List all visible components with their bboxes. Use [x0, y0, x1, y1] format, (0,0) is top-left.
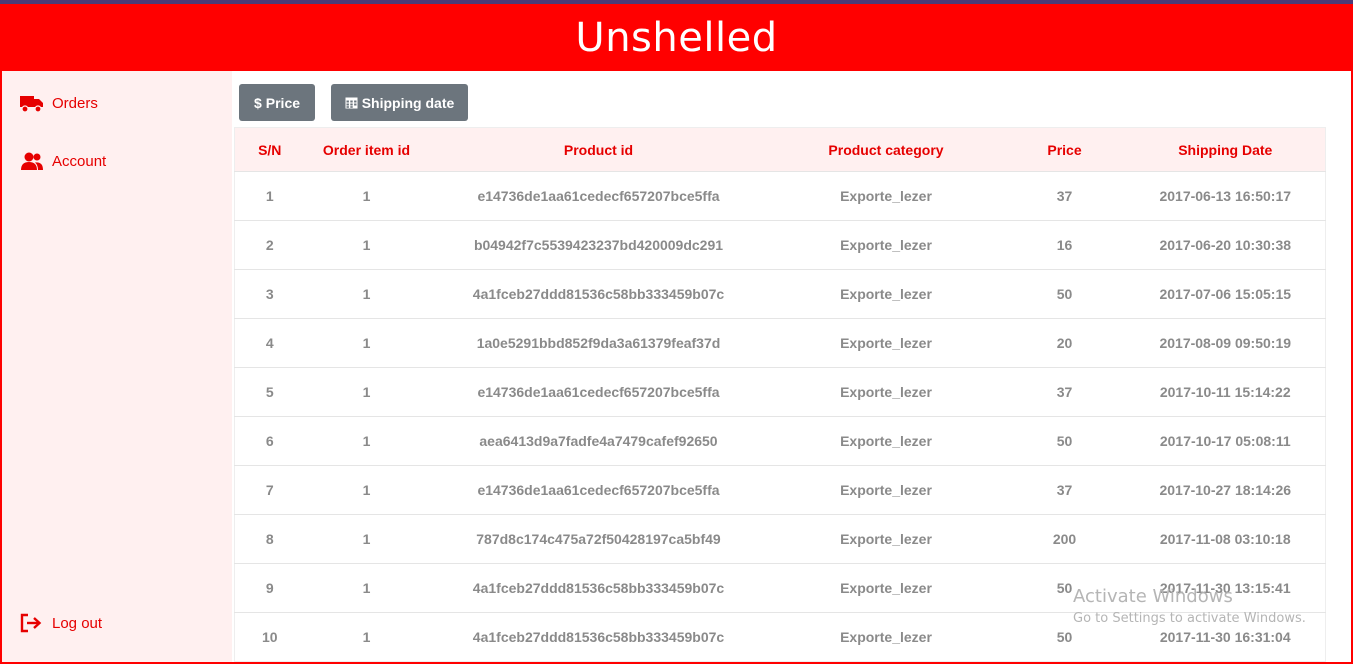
column-header-order-item-id[interactable]: Order item id [305, 128, 429, 172]
cell-shipping-date: 2017-11-08 03:10:18 [1159, 531, 1291, 547]
cell-order-item-id: 1 [362, 286, 371, 302]
table-header-row: S/N Order item id Product id Product cat… [234, 127, 1326, 172]
sort-shipping-label: Shipping date [361, 94, 455, 111]
cell-product-category: Exporte_lezer [840, 629, 932, 645]
table-row[interactable]: 9 1 4a1fceb27ddd81536c58bb333459b07c Export… [234, 563, 1326, 613]
calendar-icon [345, 97, 358, 109]
cell-product-id: 4a1fceb27ddd81536c58bb333459b07c [472, 629, 725, 645]
cell-product-category: Exporte_lezer [840, 384, 932, 400]
table-row[interactable]: 7 1 e14736de1aa61cedecf657207bce5ffa Export… [234, 465, 1326, 515]
sort-price-label: Price [265, 94, 301, 111]
cell-product-category: Exporte_lezer [840, 482, 932, 498]
cell-sn: 4 [265, 335, 274, 351]
cell-shipping-date: 2017-11-30 13:15:41 [1159, 580, 1291, 596]
cell-sn: 7 [265, 482, 274, 498]
sidebar-item-orders[interactable]: Orders [20, 93, 98, 113]
cell-shipping-date: 2017-08-09 09:50:19 [1159, 335, 1292, 351]
column-header-shipping-date[interactable]: Shipping Date [1126, 128, 1326, 172]
app-header: Unshelled [0, 4, 1351, 71]
table-row[interactable]: 6 1 aea6413d9a7fadfe4a7479cafef92650 Export… [234, 416, 1326, 466]
sort-price-button[interactable]: $ Price [239, 84, 315, 121]
logout-label: Log out [52, 614, 103, 632]
cell-product-id: 4a1fceb27ddd81536c58bb333459b07c [472, 286, 725, 302]
cell-price: 37 [1056, 188, 1073, 204]
cell-sn: 5 [265, 384, 274, 400]
cell-product-id: 1a0e5291bbd852f9da3a61379feaf37d [476, 335, 721, 351]
cell-price: 20 [1056, 335, 1073, 351]
cell-order-item-id: 1 [362, 580, 371, 596]
cell-product-id: aea6413d9a7fadfe4a7479cafef92650 [479, 433, 718, 449]
sidebar-item-label: Account [52, 152, 107, 170]
cell-product-category: Exporte_lezer [840, 188, 932, 204]
cell-sn: 1 [265, 188, 274, 204]
truck-icon [20, 96, 43, 113]
sidebar: Orders Account Log out [2, 71, 232, 662]
cell-price: 50 [1056, 580, 1073, 596]
users-icon [21, 152, 43, 170]
table-row[interactable]: 1 1 e14736de1aa61cedecf657207bce5ffa Export… [234, 171, 1326, 221]
sidebar-item-account[interactable]: Account [20, 151, 106, 171]
dollar-icon: $ [253, 94, 262, 111]
sort-shipping-date-button[interactable]: Shipping date [331, 84, 468, 121]
column-header-product-id[interactable]: Product id [429, 128, 769, 172]
table-row[interactable]: 4 1 1a0e5291bbd852f9da3a61379feaf37d Export… [234, 318, 1326, 368]
cell-product-id: e14736de1aa61cedecf657207bce5ffa [477, 188, 720, 204]
cell-product-id: 787d8c174c475a72f50428197ca5bf49 [476, 531, 721, 547]
cell-price: 37 [1056, 384, 1073, 400]
cell-shipping-date: 2017-10-17 05:08:11 [1159, 433, 1291, 449]
cell-price: 16 [1056, 237, 1073, 253]
cell-product-id: e14736de1aa61cedecf657207bce5ffa [477, 482, 720, 498]
table-row[interactable]: 8 1 787d8c174c475a72f50428197ca5bf49 Export… [234, 514, 1326, 564]
cell-order-item-id: 1 [362, 384, 371, 400]
column-header-product-category[interactable]: Product category [769, 128, 1004, 172]
cell-sn: 10 [261, 629, 278, 645]
table-row[interactable]: 3 1 4a1fceb27ddd81536c58bb333459b07c Export… [234, 269, 1326, 319]
cell-price: 37 [1056, 482, 1073, 498]
cell-shipping-date: 2017-06-20 10:30:38 [1159, 237, 1292, 253]
cell-order-item-id: 1 [362, 188, 371, 204]
cell-shipping-date: 2017-06-13 16:50:17 [1159, 188, 1292, 204]
cell-order-item-id: 1 [362, 482, 371, 498]
cell-product-category: Exporte_lezer [840, 335, 932, 351]
sidebar-item-label: Orders [52, 94, 98, 112]
cell-shipping-date: 2017-10-11 15:14:22 [1159, 384, 1291, 400]
cell-sn: 2 [265, 237, 274, 253]
cell-shipping-date: 2017-07-06 15:05:15 [1159, 286, 1292, 302]
main-content: $ Price Shipping date S/N Order item id … [232, 71, 1351, 662]
cell-price: 50 [1056, 629, 1073, 645]
cell-shipping-date: 2017-10-27 18:14:26 [1159, 482, 1292, 498]
cell-product-category: Exporte_lezer [840, 237, 932, 253]
cell-order-item-id: 1 [362, 629, 371, 645]
cell-price: 50 [1056, 286, 1073, 302]
cell-sn: 6 [265, 433, 274, 449]
cell-product-category: Exporte_lezer [840, 531, 932, 547]
cell-price: 50 [1056, 433, 1073, 449]
cell-price: 200 [1052, 531, 1077, 547]
cell-order-item-id: 1 [362, 433, 371, 449]
cell-product-id: b04942f7c5539423237bd420009dc291 [473, 237, 724, 253]
cell-shipping-date: 2017-11-30 16:31:04 [1159, 629, 1291, 645]
cell-sn: 8 [265, 531, 274, 547]
cell-product-category: Exporte_lezer [840, 433, 932, 449]
column-header-sn[interactable]: S/N [235, 128, 305, 172]
table-body: 1 1 e14736de1aa61cedecf657207bce5ffa Export… [234, 171, 1326, 662]
table-row[interactable]: 10 1 4a1fceb27ddd81536c58bb333459b07c Expor… [234, 612, 1326, 662]
app-title: Unshelled [575, 14, 778, 61]
cell-product-category: Exporte_lezer [840, 286, 932, 302]
sign-out-icon [20, 613, 42, 633]
cell-product-id: 4a1fceb27ddd81536c58bb333459b07c [472, 580, 725, 596]
table-row[interactable]: 5 1 e14736de1aa61cedecf657207bce5ffa Export… [234, 367, 1326, 417]
logout-link[interactable]: Log out [20, 613, 102, 633]
cell-order-item-id: 1 [362, 335, 371, 351]
cell-sn: 3 [265, 286, 274, 302]
cell-sn: 9 [265, 580, 274, 596]
cell-order-item-id: 1 [362, 237, 371, 253]
column-header-price[interactable]: Price [1004, 128, 1126, 172]
table-row[interactable]: 2 1 b04942f7c5539423237bd420009dc291 Export… [234, 220, 1326, 270]
cell-product-id: e14736de1aa61cedecf657207bce5ffa [477, 384, 720, 400]
orders-table: S/N Order item id Product id Product cat… [234, 127, 1326, 662]
cell-product-category: Exporte_lezer [840, 580, 932, 596]
cell-order-item-id: 1 [362, 531, 371, 547]
